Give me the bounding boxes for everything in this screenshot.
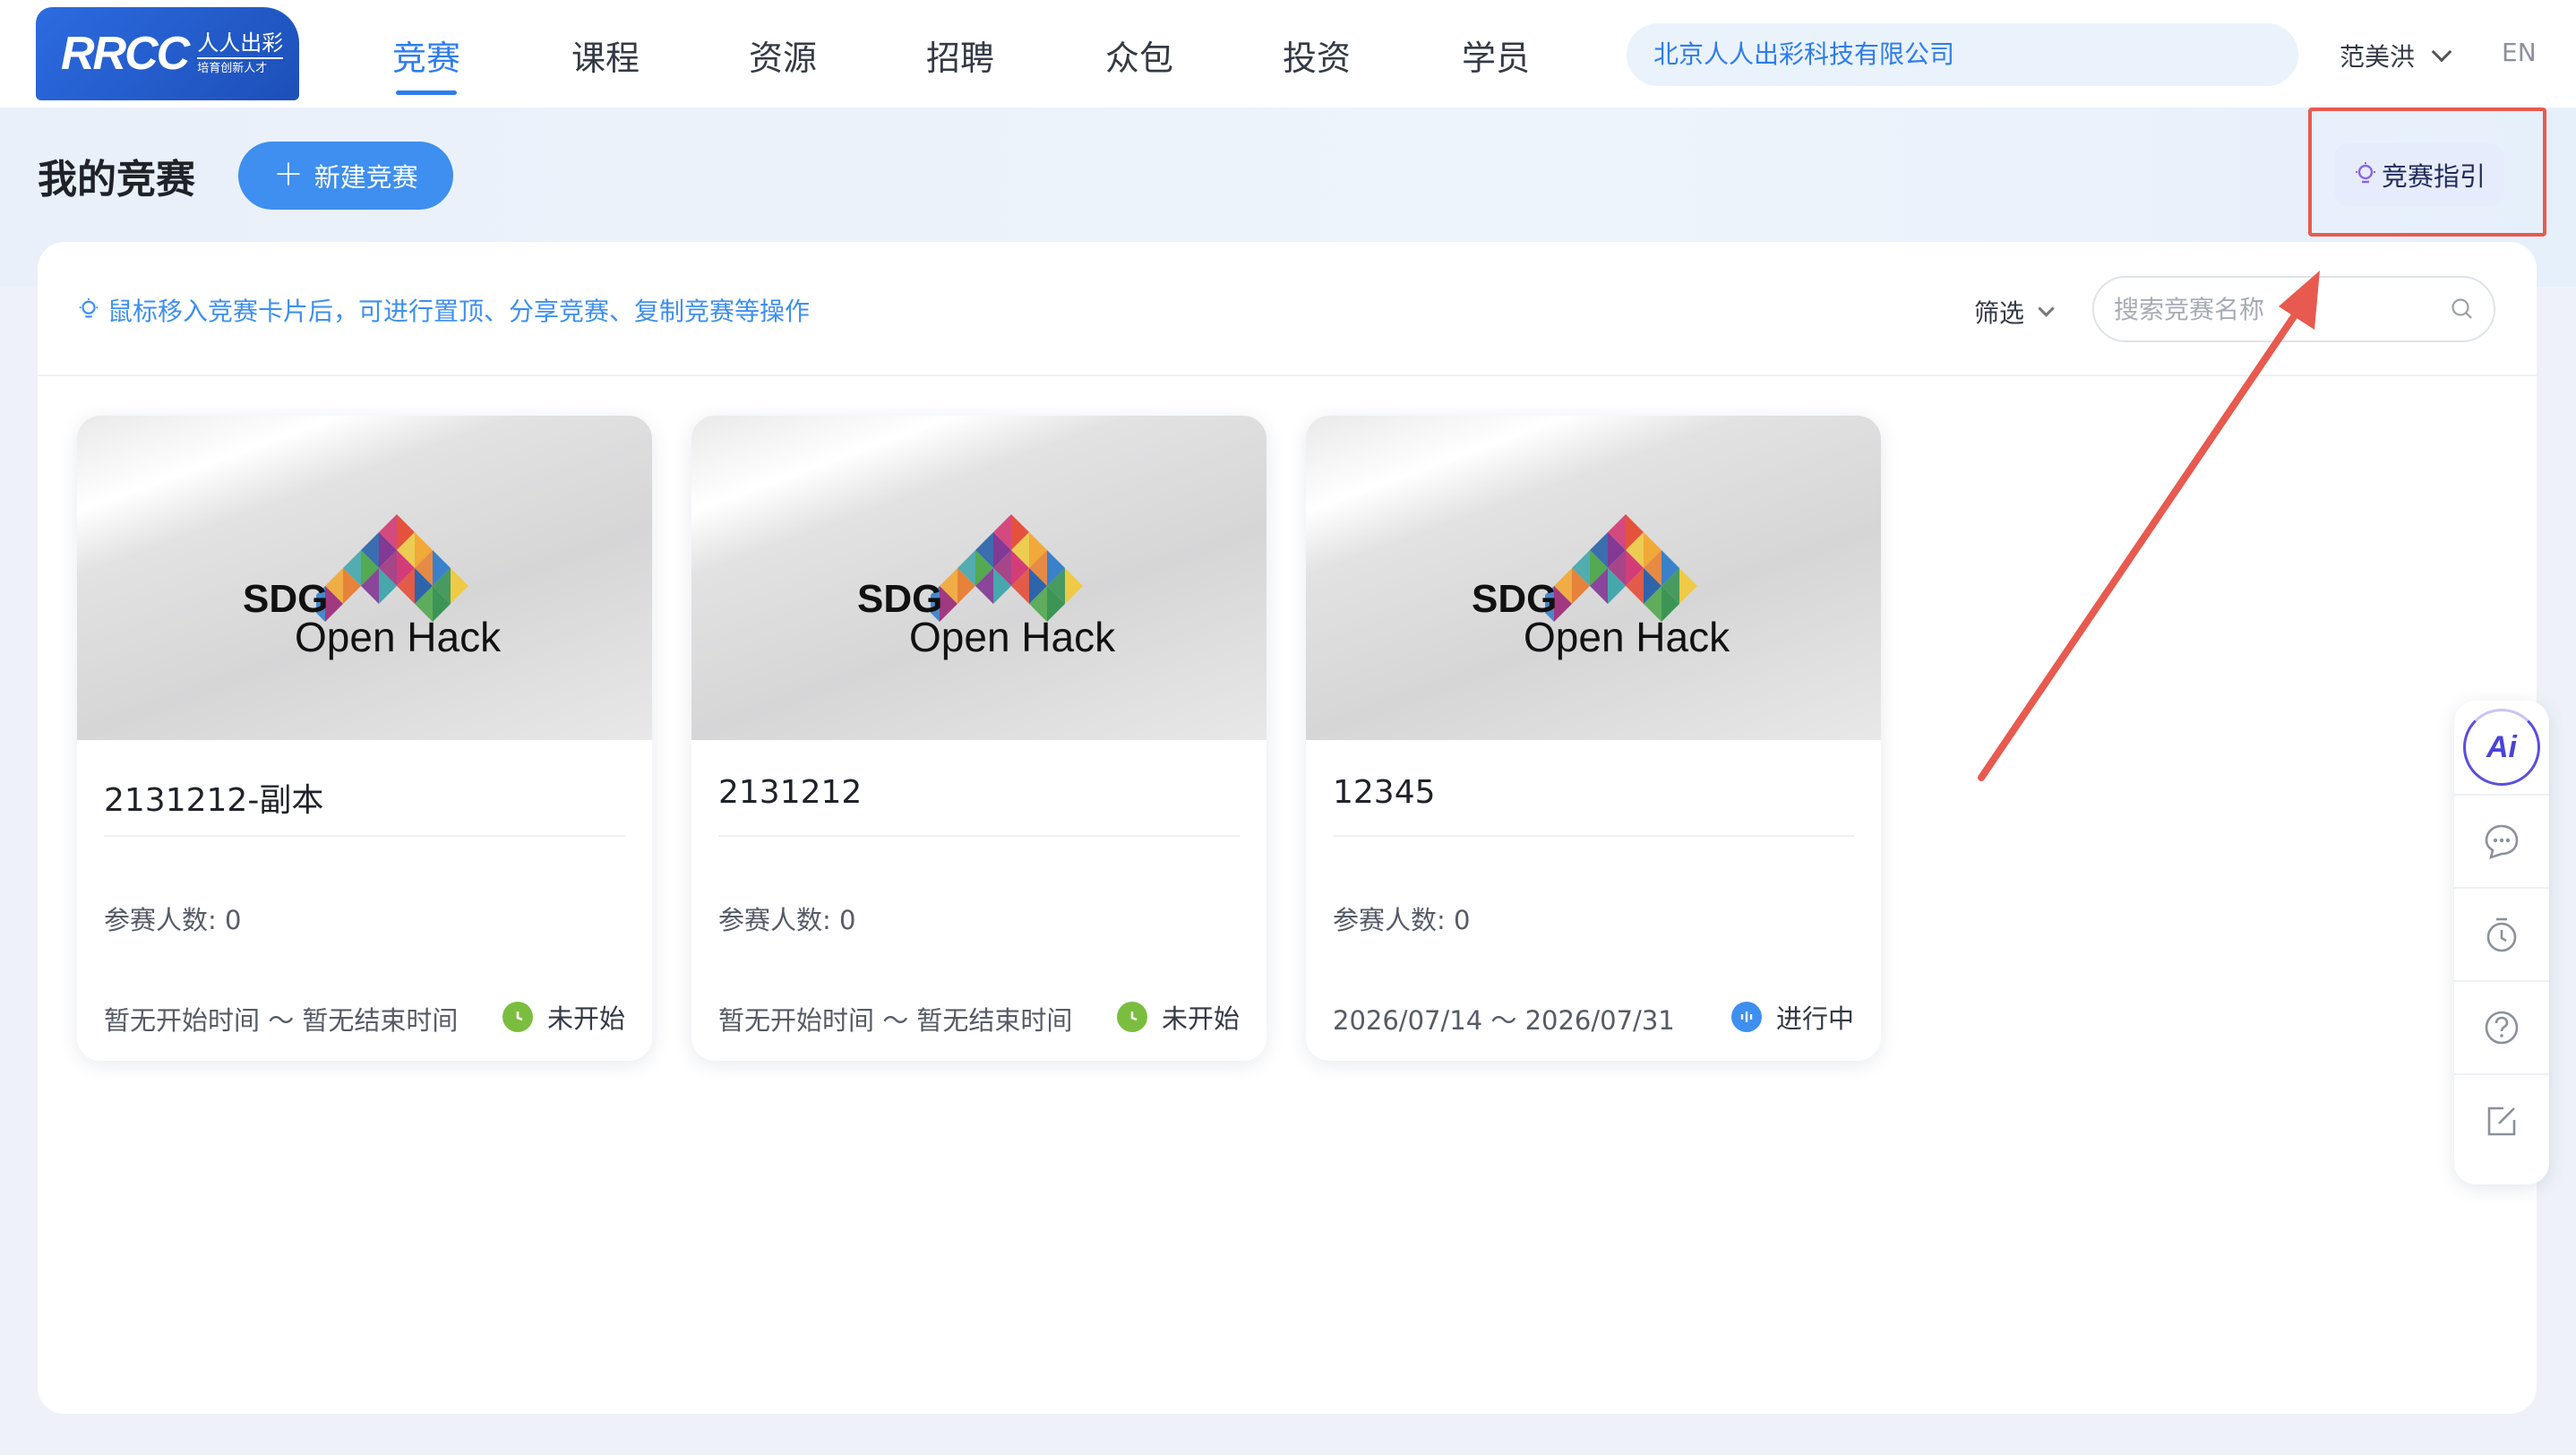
edit-icon — [2487, 1106, 2516, 1136]
status-text: 未开始 — [1161, 1003, 1240, 1034]
participant-count-value: 0 — [1454, 905, 1471, 935]
participant-count: 参赛人数: 0 — [718, 900, 855, 937]
progress-icon — [1730, 1002, 1762, 1032]
status-text: 未开始 — [546, 1003, 625, 1034]
help-button[interactable] — [2454, 980, 2549, 1073]
card-cover-image: SDG Open Hack — [1306, 416, 1881, 740]
new-competition-button[interactable]: + 新建竞赛 — [238, 142, 453, 210]
status-badge: 未开始 — [1116, 998, 1240, 1036]
participant-count: 参赛人数: 0 — [1333, 900, 1470, 937]
timer-icon — [2486, 917, 2517, 952]
card-cover-image: SDG Open Hack — [77, 416, 652, 740]
nav-item-students[interactable]: 学员 — [1462, 30, 1530, 81]
competition-time-range: 暂无开始时间 ～ 暂无结束时间 — [718, 1005, 1073, 1036]
competition-name: 2131212 — [718, 774, 863, 811]
status-badge: 进行中 — [1730, 998, 1854, 1036]
edit-button[interactable] — [2454, 1073, 2549, 1167]
participant-count-value: 0 — [839, 905, 856, 935]
search-icon[interactable] — [2451, 297, 2474, 321]
nav-item-crowdsourcing[interactable]: 众包 — [1105, 30, 1173, 81]
competition-card[interactable]: SDG Open Hack 2131212-副本 参赛人数: 0 暂无开始时间 … — [77, 416, 652, 1061]
nav-item-competition[interactable]: 竞赛 — [392, 30, 460, 95]
participant-count-label: 参赛人数: — [718, 905, 831, 935]
card-cover-image: SDG Open Hack — [691, 416, 1267, 740]
triangle-pattern-icon — [1545, 514, 1697, 622]
logo-slogan: 培育创新人才 — [197, 57, 284, 77]
lightbulb-icon — [2355, 162, 2375, 184]
organization-selector[interactable]: 北京人人出彩科技有限公司 — [1627, 23, 2298, 86]
nav-item-courses[interactable]: 课程 — [571, 30, 640, 81]
ai-assistant-button[interactable]: Ai — [2454, 701, 2549, 794]
clock-icon — [1116, 1002, 1147, 1032]
competition-card[interactable]: SDG Open Hack 2131212 参赛人数: 0 暂无开始时间 ～ 暂… — [691, 416, 1267, 1061]
plus-icon: + — [273, 153, 304, 194]
competition-name: 12345 — [1333, 774, 1436, 811]
chevron-down-icon — [2431, 41, 2452, 63]
participant-count-label: 参赛人数: — [104, 905, 217, 935]
page-title: 我的竞赛 — [38, 157, 195, 202]
user-menu[interactable]: 范美洪 — [2340, 38, 2452, 73]
toolbar-divider — [38, 375, 2537, 376]
card-divider — [718, 835, 1240, 837]
filter-label: 筛选 — [1974, 298, 2025, 328]
lightbulb-icon — [79, 298, 99, 318]
operation-tip-text: 鼠标移入竞赛卡片后，可进行置顶、分享竞赛、复制竞赛等操作 — [107, 297, 811, 326]
participant-count-value: 0 — [225, 905, 242, 935]
search-input[interactable] — [2092, 276, 2495, 342]
competition-time-range: 暂无开始时间 ～ 暂无结束时间 — [104, 1005, 459, 1036]
nav-item-resources[interactable]: 资源 — [749, 30, 817, 81]
sdg-open-hack-logo: SDG Open Hack — [857, 496, 1117, 676]
floating-toolbar: Ai — [2454, 701, 2549, 1184]
logo-open-hack-text: Open Hack — [295, 614, 502, 660]
operation-tip: 鼠标移入竞赛卡片后，可进行置顶、分享竞赛、复制竞赛等操作 — [77, 292, 810, 328]
logo-text: RRCC — [61, 28, 190, 80]
triangle-pattern-icon — [316, 514, 468, 622]
logo-subtitle: 人人出彩 培育创新人才 — [197, 30, 284, 77]
competition-card[interactable]: SDG Open Hack 12345 参赛人数: 0 2026/07/14 ～… — [1306, 416, 1881, 1061]
logo-open-hack-text: Open Hack — [909, 614, 1116, 660]
status-text: 进行中 — [1775, 1003, 1854, 1034]
chevron-down-icon — [2038, 299, 2055, 317]
clock-icon — [502, 1002, 533, 1032]
timer-button[interactable] — [2454, 887, 2549, 980]
chat-button[interactable] — [2454, 794, 2549, 887]
competition-guide-button[interactable]: 竞赛指引 — [2334, 143, 2504, 206]
logo-open-hack-text: Open Hack — [1524, 614, 1730, 660]
ai-assistant-icon: Ai — [2463, 709, 2540, 786]
help-icon — [2485, 1011, 2519, 1045]
triangle-pattern-icon — [931, 514, 1083, 622]
competition-time-range: 2026/07/14 ～ 2026/07/31 — [1333, 1005, 1675, 1036]
participant-count-label: 参赛人数: — [1333, 905, 1446, 935]
nav-item-recruitment[interactable]: 招聘 — [926, 30, 994, 81]
logo-cn: 人人出彩 — [197, 30, 284, 56]
competition-name: 2131212-副本 — [104, 782, 324, 819]
new-competition-label: 新建竞赛 — [313, 162, 418, 193]
status-badge: 未开始 — [502, 998, 625, 1036]
chat-icon — [2485, 824, 2519, 859]
brand-logo[interactable]: RRCC 人人出彩 培育创新人才 — [36, 7, 299, 100]
filter-dropdown[interactable]: 筛选 — [1974, 294, 2055, 330]
user-name: 范美洪 — [2340, 42, 2416, 72]
sdg-open-hack-logo: SDG Open Hack — [1472, 496, 1731, 676]
participant-count: 参赛人数: 0 — [104, 900, 241, 937]
top-navigation: RRCC 人人出彩 培育创新人才 竞赛 课程 资源 招聘 众包 投资 学员 北京… — [0, 0, 2576, 108]
language-switch[interactable]: EN — [2502, 38, 2537, 67]
card-divider — [1333, 835, 1854, 837]
nav-item-investment[interactable]: 投资 — [1283, 30, 1351, 81]
card-divider — [104, 835, 625, 837]
competition-guide-label: 竞赛指引 — [2381, 161, 2486, 192]
sdg-open-hack-logo: SDG Open Hack — [243, 496, 502, 676]
